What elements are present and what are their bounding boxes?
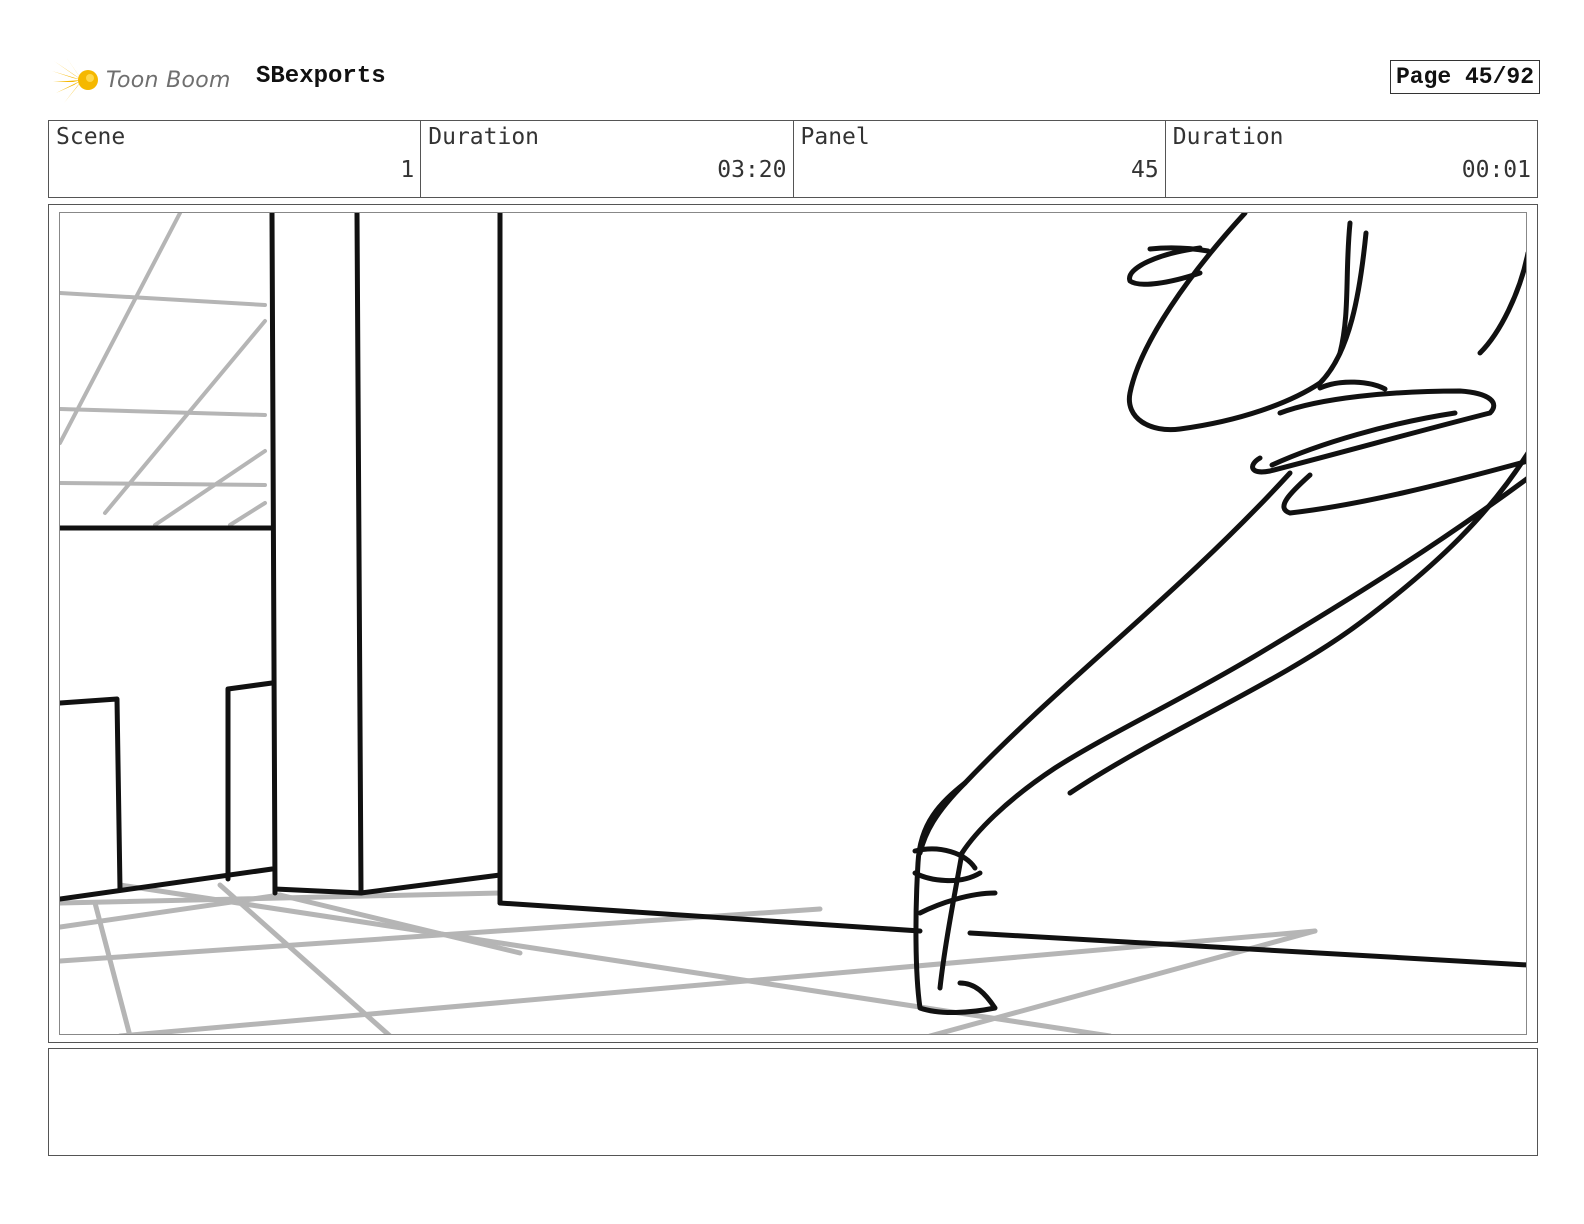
scene-duration-value: 03:20 xyxy=(717,157,787,183)
panel-label: Panel xyxy=(800,124,870,150)
project-name: SBexports xyxy=(256,63,386,90)
scene-duration-cell: Duration 03:20 xyxy=(421,121,794,197)
page-number: Page 45/92 xyxy=(1389,60,1540,94)
floor-grid-lines xyxy=(60,882,1318,1034)
character-sketch xyxy=(912,213,1526,1016)
scene-duration-label: Duration xyxy=(428,124,540,150)
scene-label: Scene xyxy=(56,124,126,150)
scene-value: 1 xyxy=(400,157,415,183)
scene-info-table: Scene 1 Duration 03:20 Panel 45 Duration… xyxy=(48,120,1538,198)
panel-drawing-area xyxy=(59,212,1527,1035)
panel-frame xyxy=(48,204,1538,1043)
page-header: Toon Boom SBexports Page 45/92 xyxy=(50,55,1540,105)
starburst-icon xyxy=(52,57,98,103)
panel-cell: Panel 45 xyxy=(794,121,1166,197)
ceiling-grid-lines xyxy=(60,213,267,527)
panel-duration-value: 00:01 xyxy=(1461,157,1531,183)
scene-cell: Scene 1 xyxy=(49,121,422,197)
toon-boom-logo: Toon Boom xyxy=(52,55,231,105)
panel-duration-cell: Duration 00:01 xyxy=(1166,121,1537,197)
storyboard-sketch xyxy=(60,213,1526,1034)
architecture-lines xyxy=(60,213,1526,968)
logo-text: Toon Boom xyxy=(106,67,231,93)
panel-duration-label: Duration xyxy=(1172,124,1284,150)
panel-value: 45 xyxy=(1131,157,1159,183)
panel-notes-box xyxy=(48,1048,1538,1156)
